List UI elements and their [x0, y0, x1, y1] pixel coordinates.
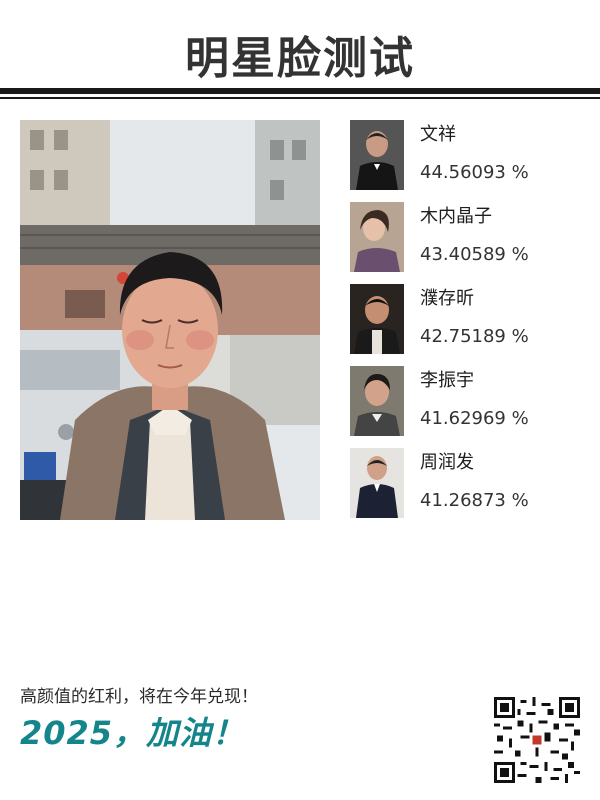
- slogan-text: 2025，加油！: [20, 714, 246, 752]
- celebrity-thumbnail: [350, 284, 404, 354]
- result-item: 木内晶子 43.40589 %: [350, 202, 590, 274]
- result-item: 濮存昕 42.75189 %: [350, 284, 590, 356]
- header-divider-thick: [0, 88, 600, 94]
- celebrity-name: 文祥: [420, 124, 456, 145]
- similarity-score: 41.62969 %: [420, 408, 529, 429]
- page-title: 明星脸测试: [185, 33, 415, 84]
- similarity-score: 43.40589 %: [420, 244, 529, 265]
- celebrity-thumbnail: [350, 120, 404, 190]
- celebrity-name: 濮存昕: [420, 288, 474, 309]
- header-divider-thin: [0, 97, 600, 99]
- celebrity-name: 木内晶子: [420, 206, 492, 227]
- result-item: 李振宇 41.62969 %: [350, 366, 590, 438]
- qr-code-icon: [494, 697, 580, 783]
- user-photo: [20, 120, 320, 520]
- similarity-score: 41.26873 %: [420, 490, 529, 511]
- similarity-score: 42.75189 %: [420, 326, 529, 347]
- celebrity-thumbnail: [350, 202, 404, 272]
- similarity-score: 44.56093 %: [420, 162, 529, 183]
- result-item: 文祥 44.56093 %: [350, 120, 590, 192]
- celebrity-name: 周润发: [420, 452, 474, 473]
- celebrity-name: 李振宇: [420, 370, 474, 391]
- result-item: 周润发 41.26873 %: [350, 448, 590, 520]
- celebrity-thumbnail: [350, 366, 404, 436]
- tagline-text: 高颜值的红利，将在今年兑现！: [20, 687, 258, 707]
- celebrity-thumbnail: [350, 448, 404, 518]
